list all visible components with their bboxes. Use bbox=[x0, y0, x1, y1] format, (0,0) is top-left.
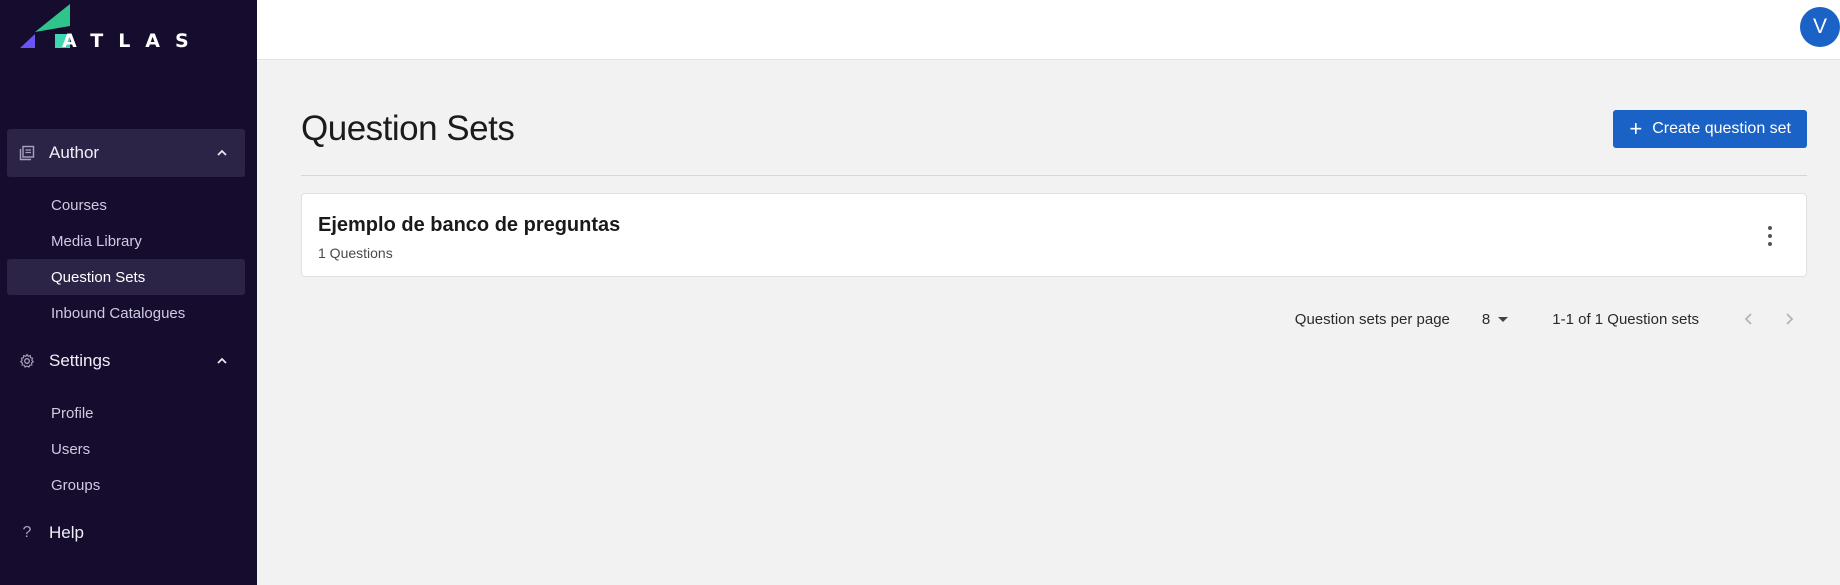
sidebar-item-inbound-catalogues[interactable]: Inbound Catalogues bbox=[7, 295, 245, 331]
brand-name: ATLAS bbox=[62, 30, 204, 52]
chevron-up-icon[interactable] bbox=[213, 352, 231, 370]
create-question-set-button[interactable]: + Create question set bbox=[1613, 109, 1807, 148]
sidebar-item-groups[interactable]: Groups bbox=[7, 467, 245, 503]
pagination-nav bbox=[1739, 309, 1799, 329]
sidebar-item-courses[interactable]: Courses bbox=[7, 187, 245, 223]
chevron-up-icon[interactable] bbox=[213, 144, 231, 162]
rows-per-page-select[interactable]: 8 bbox=[1481, 310, 1509, 328]
page-header: Question Sets + Create question set bbox=[301, 60, 1807, 176]
settings-submenu: Profile Users Groups bbox=[7, 385, 245, 509]
plus-icon: + bbox=[1629, 115, 1643, 141]
sidebar-item-question-sets[interactable]: Question Sets bbox=[7, 259, 245, 295]
gear-icon bbox=[19, 353, 35, 369]
sidebar-group-settings[interactable]: Settings bbox=[7, 337, 245, 385]
question-set-card[interactable]: Ejemplo de banco de preguntas 1 Question… bbox=[301, 193, 1807, 277]
sidebar-group-author[interactable]: Author bbox=[7, 129, 245, 177]
chevron-left-icon[interactable] bbox=[1739, 309, 1759, 329]
pagination-range: 1-1 of 1 Question sets bbox=[1552, 310, 1699, 328]
sidebar-nav: Author Courses Media Library Question Se… bbox=[7, 129, 245, 557]
rows-per-page-value: 8 bbox=[1481, 310, 1491, 328]
sidebar-group-label: Settings bbox=[49, 351, 111, 370]
question-set-count: 1 Questions bbox=[318, 245, 393, 261]
sidebar-item-profile[interactable]: Profile bbox=[7, 395, 245, 431]
rows-per-page-label: Question sets per page bbox=[1294, 310, 1450, 328]
create-question-set-label: Create question set bbox=[1652, 119, 1791, 137]
page-title: Question Sets bbox=[301, 108, 515, 148]
top-bar: V bbox=[257, 0, 1840, 60]
sidebar-item-media-library[interactable]: Media Library bbox=[7, 223, 245, 259]
author-submenu: Courses Media Library Question Sets Inbo… bbox=[7, 177, 245, 337]
sidebar-item-users[interactable]: Users bbox=[7, 431, 245, 467]
more-vertical-icon[interactable] bbox=[1760, 224, 1780, 248]
sidebar-item-help[interactable]: ? Help bbox=[7, 509, 245, 557]
question-mark-icon: ? bbox=[22, 524, 32, 541]
chevron-right-icon[interactable] bbox=[1779, 309, 1799, 329]
caret-down-icon bbox=[1498, 316, 1509, 322]
question-set-title: Ejemplo de banco de preguntas bbox=[318, 214, 621, 236]
pagination: Question sets per page 8 1-1 of 1 Questi… bbox=[1295, 301, 1807, 337]
library-icon bbox=[19, 145, 35, 161]
user-avatar[interactable]: V bbox=[1800, 7, 1840, 47]
sidebar: ATLAS Author Courses Media Library Quest… bbox=[0, 0, 257, 585]
main-content: Question Sets + Create question set Ejem… bbox=[301, 60, 1807, 328]
sidebar-help-label: Help bbox=[49, 523, 84, 542]
sidebar-group-label: Author bbox=[49, 143, 100, 162]
app: ATLAS Author Courses Media Library Quest… bbox=[0, 0, 1840, 585]
